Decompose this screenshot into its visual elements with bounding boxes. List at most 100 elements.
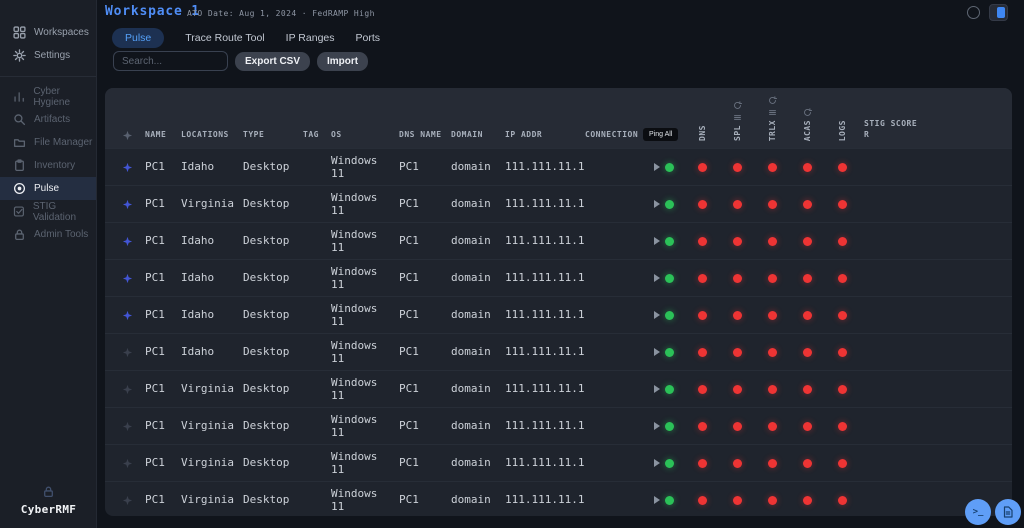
cell-logs-status bbox=[825, 495, 860, 505]
top-right-controls bbox=[967, 4, 1008, 21]
sidebar-item-pulse[interactable]: Pulse bbox=[0, 177, 96, 200]
sidebar-item-workspaces[interactable]: Workspaces bbox=[0, 21, 96, 44]
table-row[interactable]: PC1 Virginia Desktop Windows 11 PC1 domain 111… bbox=[105, 185, 1012, 222]
refresh-icon[interactable] bbox=[733, 101, 742, 110]
row-select-cell[interactable] bbox=[113, 347, 141, 358]
cell-dns_name: PC1 bbox=[399, 271, 419, 285]
row-select-cell[interactable] bbox=[113, 273, 141, 284]
terminal-button[interactable]: >_ bbox=[965, 499, 991, 525]
spl-status-dot bbox=[733, 236, 742, 246]
column-label-vertical: SPL bbox=[733, 125, 742, 141]
column-header-acas: ACAS bbox=[790, 108, 825, 141]
ping-icon[interactable] bbox=[654, 496, 660, 504]
row-select-cell[interactable] bbox=[113, 162, 141, 173]
cell-domain: domain bbox=[451, 382, 491, 396]
refresh-icon[interactable] bbox=[768, 96, 777, 105]
tab-ports[interactable]: Ports bbox=[356, 32, 381, 44]
row-select-cell[interactable] bbox=[113, 384, 141, 395]
ping-icon[interactable] bbox=[654, 385, 660, 393]
table-header-row: NAME LOCATIONS TYPE TAG OS DNS NAME DOMAIN IP A… bbox=[105, 88, 1012, 148]
row-select-cell[interactable] bbox=[113, 421, 141, 432]
logs-status-dot bbox=[838, 236, 847, 246]
dns-status-dot bbox=[698, 273, 707, 283]
row-select-cell[interactable] bbox=[113, 495, 141, 506]
row-select-cell[interactable] bbox=[113, 236, 141, 247]
trlx-status-dot bbox=[768, 162, 777, 172]
ato-date-text: ATO Date: Aug 1, 2024 · FedRAMP High bbox=[187, 9, 375, 18]
lock-icon bbox=[42, 485, 55, 498]
sidebar-item-label: Cyber Hygiene bbox=[33, 85, 71, 108]
cell-type: Desktop bbox=[243, 382, 290, 396]
table-row[interactable]: PC1 Virginia Desktop Windows 11 PC1 domain 111… bbox=[105, 370, 1012, 407]
cell-dns_name: PC1 bbox=[399, 308, 419, 322]
table-row[interactable]: PC1 Idaho Desktop Windows 11 PC1 domain 111.11… bbox=[105, 259, 1012, 296]
sidebar-item-label: Settings bbox=[34, 50, 71, 61]
ping-icon[interactable] bbox=[654, 274, 660, 282]
cell-acas-status bbox=[790, 273, 825, 283]
cell-spl-status bbox=[720, 347, 755, 357]
cell-os: Windows 11 bbox=[331, 227, 378, 254]
ping-icon[interactable] bbox=[654, 163, 660, 171]
ping-all-button[interactable]: Ping All bbox=[643, 128, 679, 141]
cell-os: Windows 11 bbox=[331, 375, 378, 402]
row-select-cell[interactable] bbox=[113, 199, 141, 210]
menu-icon[interactable] bbox=[768, 108, 777, 117]
connection-status-dot bbox=[665, 458, 674, 468]
export-csv-button[interactable]: Export CSV bbox=[235, 51, 311, 71]
cell-ping bbox=[643, 310, 685, 320]
cell-spl-status bbox=[720, 199, 755, 209]
ping-icon[interactable] bbox=[654, 459, 660, 467]
acas-status-dot bbox=[803, 495, 812, 505]
sidebar-item-artifacts[interactable]: Artifacts bbox=[0, 108, 96, 131]
tab-pulse[interactable]: Pulse bbox=[112, 28, 165, 48]
ping-icon[interactable] bbox=[654, 422, 660, 430]
cell-name: PC1 bbox=[145, 493, 165, 507]
tab-trace-route-tool[interactable]: Trace Route Tool bbox=[185, 32, 264, 44]
radio-icon bbox=[13, 182, 26, 195]
dns-status-dot bbox=[698, 495, 707, 505]
logs-status-dot bbox=[838, 347, 847, 357]
cell-os: Windows 11 bbox=[331, 449, 378, 476]
sidebar-item-cyber-hygiene[interactable]: Cyber Hygiene bbox=[0, 85, 96, 108]
table-row[interactable]: PC1 Idaho Desktop Windows 11 PC1 domain 111.11… bbox=[105, 222, 1012, 259]
sidebar-item-label: Artifacts bbox=[34, 114, 71, 125]
column-header-locations: LOCATIONS bbox=[177, 130, 239, 141]
search-icon bbox=[13, 113, 26, 126]
trlx-status-dot bbox=[768, 236, 777, 246]
table-row[interactable]: PC1 Virginia Desktop Windows 11 PC1 domain 111… bbox=[105, 444, 1012, 481]
column-label-vertical: DNS bbox=[698, 125, 707, 141]
sidebar-item-inventory[interactable]: Inventory bbox=[0, 154, 96, 177]
tab-bar: Pulse Trace Route Tool IP Ranges Ports bbox=[112, 28, 380, 48]
cell-type: Desktop bbox=[243, 345, 290, 359]
panel-toggle-icon[interactable] bbox=[989, 4, 1008, 21]
connection-status-dot bbox=[665, 310, 674, 320]
table-row[interactable]: PC1 Virginia Desktop Windows 11 PC1 domain 111… bbox=[105, 481, 1012, 516]
row-select-cell[interactable] bbox=[113, 310, 141, 321]
cell-logs-status bbox=[825, 421, 860, 431]
cell-name: PC1 bbox=[145, 234, 165, 248]
cell-domain: domain bbox=[451, 456, 491, 470]
status-circle-icon[interactable] bbox=[967, 6, 980, 19]
menu-icon[interactable] bbox=[733, 113, 742, 122]
sidebar-item-admin-tools[interactable]: Admin Tools bbox=[0, 223, 96, 246]
refresh-icon[interactable] bbox=[803, 108, 812, 117]
table-row[interactable]: PC1 Virginia Desktop Windows 11 PC1 domain 111… bbox=[105, 407, 1012, 444]
cell-logs-status bbox=[825, 458, 860, 468]
table-row[interactable]: PC1 Idaho Desktop Windows 11 PC1 domain 111.11… bbox=[105, 333, 1012, 370]
ping-icon[interactable] bbox=[654, 311, 660, 319]
document-button[interactable] bbox=[995, 499, 1021, 525]
table-row[interactable]: PC1 Idaho Desktop Windows 11 PC1 domain 111.11… bbox=[105, 296, 1012, 333]
sidebar-item-settings[interactable]: Settings bbox=[0, 44, 96, 67]
table-row[interactable]: PC1 Idaho Desktop Windows 11 PC1 domain 111.11… bbox=[105, 148, 1012, 185]
sidebar-item-stig-validation[interactable]: STIG Validation bbox=[0, 200, 96, 223]
trlx-status-dot bbox=[768, 421, 777, 431]
sidebar-item-file-manager[interactable]: File Manager bbox=[0, 131, 96, 154]
ping-icon[interactable] bbox=[654, 237, 660, 245]
import-button[interactable]: Import bbox=[317, 51, 369, 71]
search-input[interactable] bbox=[113, 51, 228, 71]
ping-icon[interactable] bbox=[654, 348, 660, 356]
ping-icon[interactable] bbox=[654, 200, 660, 208]
row-select-cell[interactable] bbox=[113, 458, 141, 469]
tab-ip-ranges[interactable]: IP Ranges bbox=[286, 32, 335, 44]
column-header-type: TYPE bbox=[239, 130, 299, 141]
